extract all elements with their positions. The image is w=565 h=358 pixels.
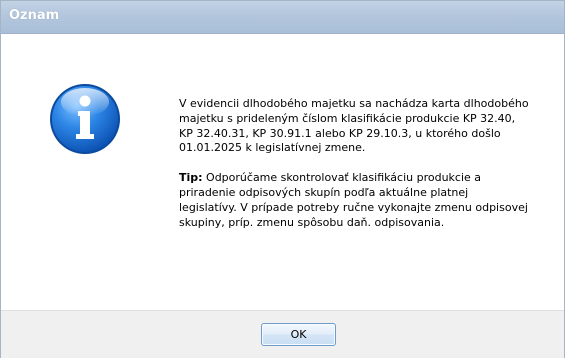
tip-paragraph: Tip: Odporúčame skontrolovať klasifikáci… — [179, 171, 529, 230]
title-bar[interactable]: Oznam — [1, 1, 564, 34]
message-text: V evidencii dlhodobého majetku sa nachád… — [179, 97, 529, 230]
button-bar: OK — [1, 310, 564, 358]
info-icon — [48, 82, 122, 156]
tip-text: Odporúčame skontrolovať klasifikáciu pro… — [179, 171, 528, 229]
ok-button[interactable]: OK — [261, 323, 336, 346]
dialog-title: Oznam — [9, 8, 60, 23]
message-dialog: Oznam V evidencii dlhodobého majetku sa … — [0, 0, 565, 358]
tip-label: Tip: — [179, 171, 203, 185]
message-paragraph: V evidencii dlhodobého majetku sa nachád… — [179, 97, 529, 155]
